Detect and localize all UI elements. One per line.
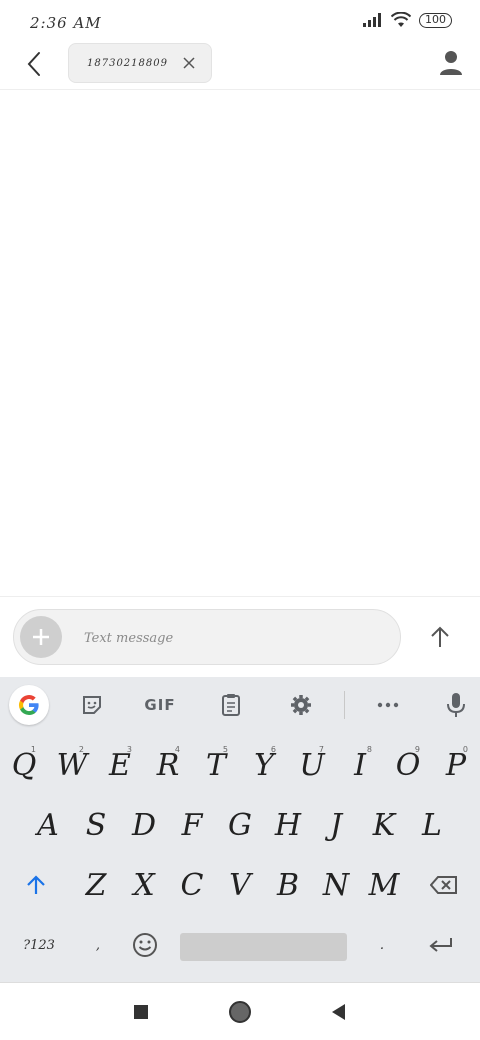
more-options-button[interactable]: [368, 685, 408, 725]
key-m[interactable]: M: [360, 857, 408, 913]
keyboard-row-1: Q1 W2 E3 R4 T5 Y6 U7 I8 O9 P0: [0, 737, 480, 797]
clipboard-button[interactable]: [211, 685, 251, 725]
microphone-icon: [447, 693, 465, 717]
home-circle-icon: [229, 1001, 251, 1023]
composer: [0, 596, 480, 676]
gif-label: GIF: [144, 696, 176, 714]
status-bar: 2:36 AM 100: [0, 0, 480, 42]
back-triangle-icon: [332, 1004, 345, 1020]
recipient-number: 18730218809: [87, 57, 168, 69]
back-button[interactable]: [18, 48, 50, 80]
signal-icon: [363, 13, 381, 27]
keyboard: GIF Q 1 W 2 E 3 R 4 T 5 Y 6 U 7 I 8 O 9 …: [0, 677, 480, 982]
gear-icon: [291, 695, 311, 715]
key-q[interactable]: Q1: [0, 737, 48, 793]
backspace-icon: [430, 876, 457, 894]
symbols-key[interactable]: ?123: [0, 917, 78, 973]
keyboard-toolbar: GIF: [0, 677, 480, 733]
key-u[interactable]: U7: [288, 737, 336, 793]
emoji-icon: [133, 933, 157, 957]
shift-arrow-icon: [27, 875, 45, 894]
key-z[interactable]: Z: [72, 857, 120, 913]
conversation-header: 18730218809: [0, 42, 480, 90]
key-n[interactable]: N: [312, 857, 360, 913]
comma-key[interactable]: ,: [78, 917, 118, 973]
key-g[interactable]: G: [216, 797, 264, 853]
enter-key[interactable]: [410, 917, 472, 973]
recents-button[interactable]: [128, 999, 154, 1025]
key-f[interactable]: F: [168, 797, 216, 853]
contact-button[interactable]: [436, 48, 466, 78]
key-i[interactable]: I8: [336, 737, 384, 793]
back-arrow-icon: [27, 52, 40, 76]
key-t[interactable]: T5: [192, 737, 240, 793]
key-b[interactable]: B: [264, 857, 312, 913]
backspace-key[interactable]: [408, 857, 480, 913]
message-input[interactable]: [84, 624, 384, 652]
key-j[interactable]: J: [312, 797, 360, 853]
keyboard-row-2: A S D F G H J K L: [0, 797, 480, 857]
sticker-button[interactable]: [72, 685, 112, 725]
settings-button[interactable]: [281, 685, 321, 725]
send-arrow-icon: [431, 626, 449, 647]
google-logo-icon: [19, 695, 39, 715]
send-button[interactable]: [420, 617, 460, 657]
key-a[interactable]: A: [24, 797, 72, 853]
sticker-icon: [83, 696, 101, 714]
key-c[interactable]: C: [168, 857, 216, 913]
space-bar[interactable]: [180, 933, 347, 961]
status-icons: 100: [363, 12, 452, 28]
home-button[interactable]: [227, 999, 253, 1025]
navigation-bar: [0, 982, 480, 1040]
key-e[interactable]: E3: [96, 737, 144, 793]
key-d[interactable]: D: [120, 797, 168, 853]
battery-indicator: 100: [419, 12, 452, 28]
status-time: 2:36 AM: [30, 14, 102, 32]
key-s[interactable]: S: [72, 797, 120, 853]
key-w[interactable]: W2: [48, 737, 96, 793]
key-v[interactable]: V: [216, 857, 264, 913]
key-l[interactable]: L: [408, 797, 456, 853]
google-search-button[interactable]: [9, 685, 49, 725]
person-icon: [440, 51, 462, 75]
add-attachment-button[interactable]: [20, 616, 62, 658]
key-o[interactable]: O9: [384, 737, 432, 793]
key-p[interactable]: P0: [432, 737, 480, 793]
recipient-chip[interactable]: 18730218809: [68, 43, 212, 83]
compose-box: [13, 609, 401, 665]
period-key[interactable]: .: [362, 917, 402, 973]
close-icon[interactable]: [181, 55, 197, 71]
back-nav-button[interactable]: [326, 999, 352, 1025]
emoji-key[interactable]: [120, 917, 170, 973]
message-list: [0, 91, 480, 595]
gif-button[interactable]: GIF: [140, 685, 180, 725]
enter-icon: [429, 938, 452, 952]
wifi-icon: [391, 12, 411, 27]
key-x[interactable]: X: [120, 857, 168, 913]
recents-square-icon: [134, 1005, 148, 1019]
plus-icon: [33, 629, 49, 645]
keyboard-row-3: Z X C V B N M: [0, 857, 480, 917]
more-horizontal-icon: [377, 702, 399, 708]
key-k[interactable]: K: [360, 797, 408, 853]
shift-key[interactable]: [0, 857, 72, 913]
toolbar-divider: [344, 691, 345, 719]
key-h[interactable]: H: [264, 797, 312, 853]
voice-input-button[interactable]: [436, 685, 476, 725]
clipboard-icon: [222, 694, 240, 716]
key-y[interactable]: Y6: [240, 737, 288, 793]
key-r[interactable]: R4: [144, 737, 192, 793]
